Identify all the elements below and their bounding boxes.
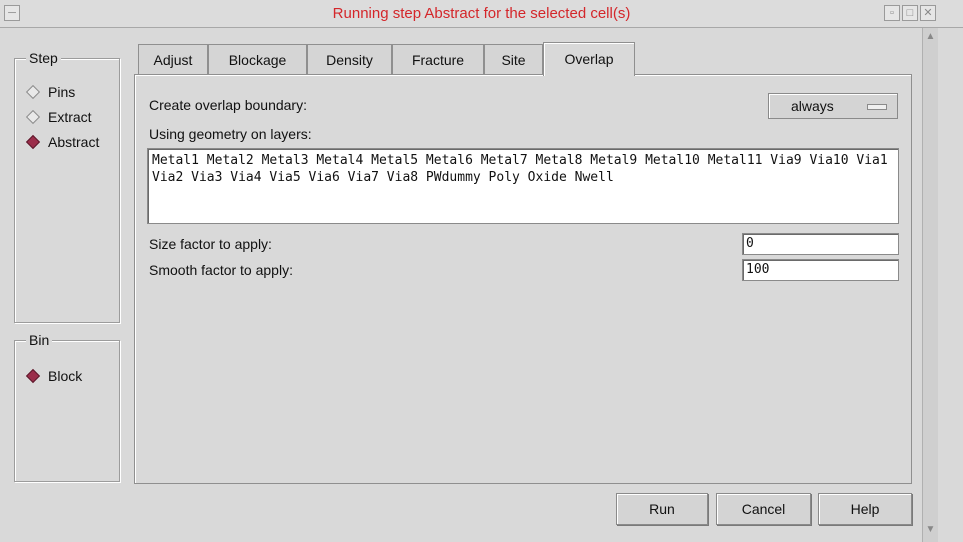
create-boundary-dropdown[interactable]: always [768, 93, 898, 119]
dropdown-value: always [791, 98, 834, 114]
radio-label: Block [48, 368, 83, 384]
radio-label: Extract [48, 109, 92, 125]
radio-abstract[interactable]: Abstract [25, 134, 100, 150]
minimize-button[interactable]: ▫ [884, 5, 900, 21]
radio-label: Pins [48, 84, 76, 100]
bin-group [14, 340, 120, 482]
dropdown-indicator-icon [867, 104, 887, 110]
layers-textarea[interactable]: Metal1 Metal2 Metal3 Metal4 Metal5 Metal… [147, 148, 899, 224]
radio-extract[interactable]: Extract [25, 109, 92, 125]
tab-adjust[interactable]: Adjust [138, 44, 208, 74]
vertical-scrollbar[interactable]: ▲ ▼ [922, 28, 938, 542]
scroll-down-icon[interactable]: ▼ [924, 523, 937, 537]
radio-indicator-selected-icon [25, 368, 41, 384]
create-boundary-label: Create overlap boundary: [149, 97, 307, 113]
bin-legend: Bin [26, 332, 53, 348]
smooth-factor-input[interactable]: 100 [742, 259, 899, 281]
radio-pins[interactable]: Pins [25, 84, 76, 100]
tab-overlap[interactable]: Overlap [543, 42, 635, 76]
radio-indicator-selected-icon [25, 134, 41, 150]
layers-label: Using geometry on layers: [149, 126, 312, 142]
run-button[interactable]: Run [616, 493, 708, 525]
radio-indicator-icon [25, 109, 41, 125]
smooth-factor-label: Smooth factor to apply: [149, 262, 293, 278]
window-title: Running step Abstract for the selected c… [332, 5, 631, 22]
help-button[interactable]: Help [818, 493, 912, 525]
tab-blockage[interactable]: Blockage [208, 44, 307, 74]
cancel-button[interactable]: Cancel [716, 493, 811, 525]
tab-fracture[interactable]: Fracture [392, 44, 484, 74]
close-button[interactable]: ✕ [920, 5, 936, 21]
maximize-button[interactable]: □ [902, 5, 918, 21]
radio-indicator-icon [25, 84, 41, 100]
tab-site[interactable]: Site [484, 44, 543, 74]
step-legend: Step [26, 50, 61, 66]
tab-density[interactable]: Density [307, 44, 392, 74]
radio-block[interactable]: Block [25, 368, 83, 384]
title-bar: ─ Running step Abstract for the selected… [0, 0, 963, 28]
radio-label: Abstract [48, 134, 100, 150]
scroll-up-icon[interactable]: ▲ [924, 30, 937, 44]
size-factor-label: Size factor to apply: [149, 236, 272, 252]
size-factor-input[interactable]: 0 [742, 233, 899, 255]
